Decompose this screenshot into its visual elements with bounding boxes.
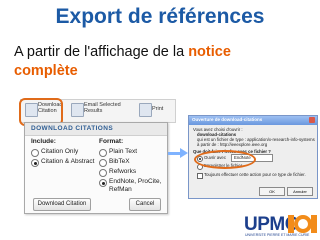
subtitle-highlight-notice: notice [188, 44, 231, 60]
include-label: Include: [31, 138, 56, 145]
open-with-callout [194, 150, 256, 169]
download-citation-button[interactable]: Download Citation [33, 198, 91, 211]
slide-title: Export de références [55, 5, 265, 28]
dialog-title: DOWNLOAD CITATIONS [31, 125, 114, 132]
download-citations-dialog: DOWNLOAD CITATIONS Include: Format: Cita… [24, 122, 168, 214]
format-option-label: Plain Text [109, 148, 138, 155]
include-option-label: Citation & Abstract [41, 158, 95, 165]
include-citation-only-radio[interactable] [31, 149, 39, 157]
print-link[interactable]: Print [152, 106, 163, 112]
format-option-label: Refworks [109, 168, 137, 175]
format-option-label: EndNote, ProCite, RefMan [109, 178, 162, 193]
format-refworks-radio[interactable] [99, 169, 107, 177]
partner-logo [288, 215, 317, 233]
subtitle-text: A partir de l'affichage de la [14, 44, 189, 60]
always-do-checkbox[interactable] [197, 173, 203, 179]
always-do-label: Toujours effectuer cette action pour ce … [204, 172, 306, 177]
email-selected-link[interactable]: Email Selected Results [84, 102, 124, 114]
cancel-button[interactable]: Cancel [129, 198, 161, 211]
annuler-button[interactable]: Annuler [287, 187, 313, 196]
format-option-label: BibTeX [109, 158, 130, 165]
print-icon [139, 103, 152, 117]
include-citation-abstract-radio[interactable] [31, 159, 39, 167]
dialog-header: DOWNLOAD CITATIONS [25, 123, 167, 136]
subtitle-highlight-complete: complète [14, 63, 78, 79]
arrow-right-icon [180, 148, 188, 158]
close-icon[interactable] [309, 117, 315, 123]
format-plain-text-radio[interactable] [99, 149, 107, 157]
include-option-label: Citation Only [41, 148, 79, 155]
format-bibtex-radio[interactable] [99, 159, 107, 167]
file-dialog-title: Ouverture de download-citations [192, 117, 263, 122]
slide-subtitle: A partir de l'affichage de la notice com… [14, 43, 274, 81]
format-label: Format: [99, 138, 124, 145]
file-dialog-titlebar: Ouverture de download-citations [189, 116, 317, 125]
email-icon [71, 103, 84, 117]
format-endnote-radio[interactable] [99, 179, 107, 187]
file-source: à partir de : http://ieeexplore.ieee.org [197, 142, 268, 147]
ok-button[interactable]: OK [259, 187, 285, 196]
